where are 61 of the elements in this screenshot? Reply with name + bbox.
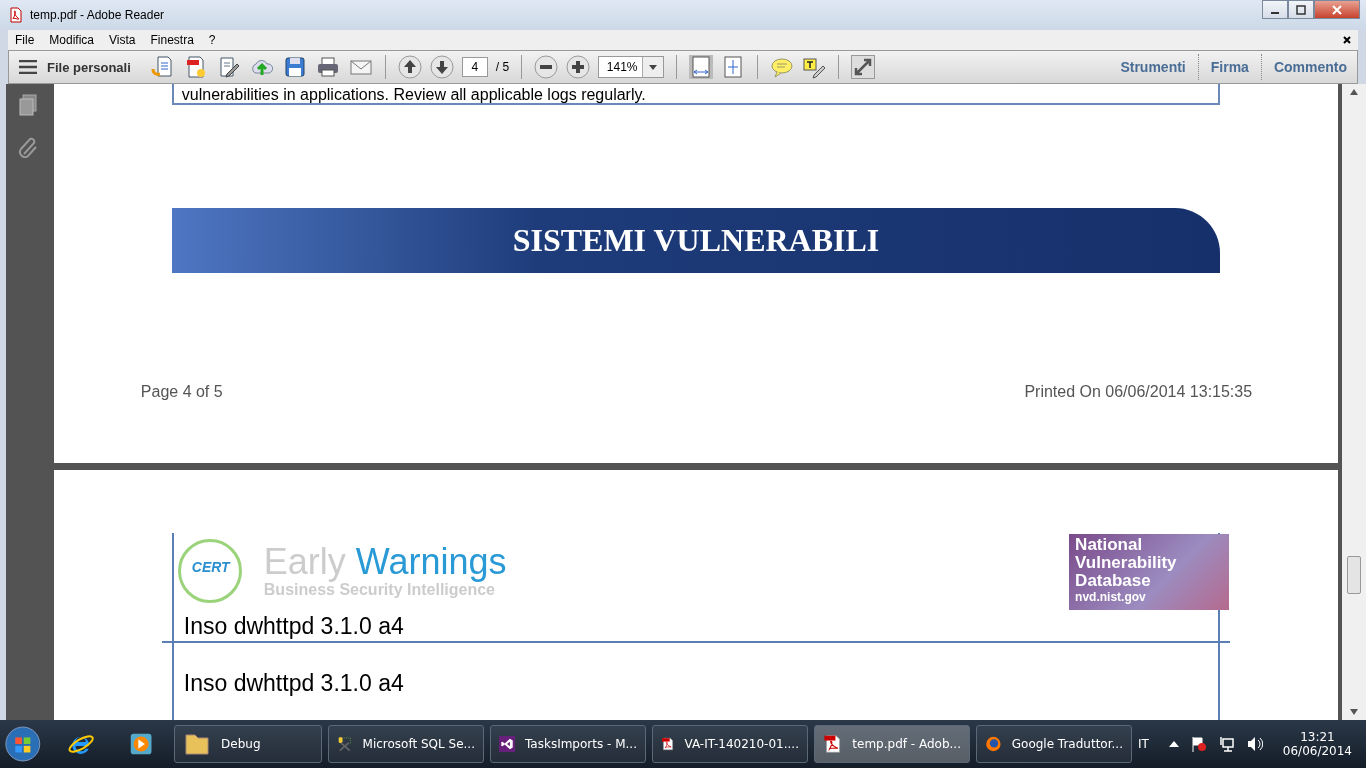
minimize-icon xyxy=(1271,11,1279,14)
arrow-down-icon[interactable] xyxy=(429,55,454,79)
table-cell: Inso dwhttpd 3.1.0 a4 xyxy=(183,613,404,640)
close-icon xyxy=(1332,4,1342,15)
highlight-text-icon[interactable] xyxy=(802,55,827,79)
body-text: vulnerabilities in applications. Review all applicable logs regularly. xyxy=(181,86,646,103)
zoom-dropdown[interactable]: 141% xyxy=(598,56,665,78)
page-number-field[interactable]: 4 xyxy=(461,57,488,77)
my-files-button[interactable]: File personali xyxy=(47,59,131,75)
clock-time[interactable]: 13:21 xyxy=(1300,730,1335,744)
taskbar-button[interactable]: VA-IT-140210-01.... xyxy=(651,725,808,763)
menu-item[interactable]: ? xyxy=(208,33,216,47)
clock-date[interactable]: 06/06/2014 xyxy=(1282,744,1352,758)
print-icon[interactable] xyxy=(315,55,340,79)
panel-tab[interactable]: Firma xyxy=(1210,59,1249,75)
logo-ring xyxy=(177,539,242,603)
logo-badge-text: CERT xyxy=(191,559,230,575)
caret-icon xyxy=(649,64,658,70)
menu-item[interactable]: Finestra xyxy=(150,33,194,47)
window-title: temp.pdf - Adobe Reader xyxy=(30,8,165,22)
print-date: Printed On 06/06/2014 13:15:35 xyxy=(1024,383,1253,401)
table-cell: Inso dwhttpd 3.1.0 a4 xyxy=(183,669,404,697)
save-icon[interactable] xyxy=(282,55,307,79)
minimize-button[interactable] xyxy=(1262,0,1288,19)
arrow-up-icon[interactable] xyxy=(397,55,422,79)
taskbar-button[interactable]: Debug xyxy=(174,725,322,763)
menu-item[interactable]: File xyxy=(15,33,35,47)
network-icon[interactable] xyxy=(1218,736,1235,752)
scroll-thumb[interactable] xyxy=(1347,556,1362,594)
scroll-up-icon[interactable] xyxy=(1350,89,1359,95)
start-button[interactable] xyxy=(4,724,42,764)
speaker-icon[interactable] xyxy=(1246,736,1263,752)
pdf-file-icon xyxy=(8,7,24,23)
show-hidden-icons-icon[interactable] xyxy=(1168,741,1179,747)
zoom-in-icon[interactable] xyxy=(566,55,591,79)
taskbar-button[interactable]: Microsoft SQL Se... xyxy=(327,725,484,763)
nvd-logo: National Vulnerability Database nvd.nist.gov xyxy=(1069,534,1230,610)
page-footer: Page 4 of 5 xyxy=(140,383,223,401)
menu-item[interactable]: Modifica xyxy=(49,33,95,47)
input-language[interactable]: IT xyxy=(1137,737,1149,751)
scroll-down-icon[interactable] xyxy=(1350,709,1359,715)
menu-item[interactable]: Vista xyxy=(109,33,136,47)
section-banner: SISTEMI VULNERABILI xyxy=(171,208,1221,273)
taskbar-button[interactable]: Google Traduttor... xyxy=(975,725,1132,763)
close-button[interactable] xyxy=(1314,0,1360,19)
taskbar-button[interactable]: temp.pdf - Adob... xyxy=(813,725,970,763)
panel-tab[interactable]: Commento xyxy=(1273,59,1347,75)
maximize-icon xyxy=(1296,4,1306,15)
scrollbar[interactable] xyxy=(1342,84,1366,720)
flag-icon[interactable] xyxy=(1190,736,1207,752)
page-total: / 5 xyxy=(495,60,510,74)
zoom-out-icon[interactable] xyxy=(534,55,559,79)
taskbar-button[interactable]: TasksImports - M... xyxy=(489,725,646,763)
create-pdf-icon[interactable] xyxy=(150,55,175,79)
panel-tab[interactable]: Strumenti xyxy=(1120,59,1186,75)
fit-width-icon[interactable] xyxy=(689,55,714,79)
close-icon[interactable] xyxy=(1343,36,1351,44)
pages-icon[interactable] xyxy=(17,94,38,116)
maximize-button[interactable] xyxy=(1288,0,1314,19)
full-screen-icon[interactable] xyxy=(851,55,876,79)
menu-icon[interactable] xyxy=(19,60,37,74)
